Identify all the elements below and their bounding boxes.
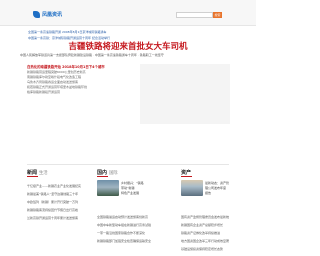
list-item[interactable]: 新疆铁路部门加强安全检查确保运输安全 <box>97 237 172 245</box>
site-logo[interactable]: 凤凰资讯 <box>33 9 62 19</box>
assets-thumbnail[interactable] <box>181 180 203 196</box>
list-item[interactable]: 铁路资产证券化改革持续推进 <box>181 229 229 237</box>
list-item[interactable]: 国有资产监督管理委员会发布最新统计数据 <box>181 213 229 221</box>
list-item[interactable]: 新疆最美“铁路人”坚守边疆线路三十年 <box>27 190 89 198</box>
list-item[interactable]: 格库铁路新疆段开通运营 <box>27 90 137 95</box>
caption-line: 报告 <box>205 191 212 195</box>
list-item[interactable]: 基础设施投资保持稳定增长态势 <box>181 245 229 253</box>
section-title-domestic[interactable]: 国内 国际 <box>97 169 118 176</box>
section-underline <box>97 176 108 177</box>
search-button[interactable]: 搜索 <box>213 12 222 18</box>
top-news-row-2[interactable]: 中国第一条高铁：京津城际铁路开通运营十周年 纪念活动举行 <box>28 36 228 40</box>
top-bar: 凤凰资讯 搜索 <box>0 0 256 26</box>
section-underline <box>27 176 38 177</box>
list-item[interactable]: 地方国资国企改革三年行动成效显著 <box>181 237 229 245</box>
section-title-news[interactable]: 新闻 生活 <box>27 169 48 176</box>
slideshow-area[interactable] <box>140 64 230 124</box>
list-item[interactable]: 全国铁路暑运启动预计发送旅客创新高 <box>97 213 172 221</box>
list-item[interactable]: 新疆国有企业资产总额稳步增长 <box>181 221 229 229</box>
list-item[interactable]: 新疆铁路客流持续回升节假日出行高峰 <box>27 206 89 214</box>
headline[interactable]: 吉疆铁路将迎来首批女大车司机 <box>0 42 256 53</box>
divider <box>27 164 229 165</box>
news-list: 千亿级产业——新疆农业产业化发展纪实 新疆最美“铁路人”坚守边疆线路三十年 中欧… <box>27 182 89 222</box>
list-item[interactable]: 兰新高铁开通运营十周年累计发送旅客 <box>27 214 89 222</box>
logo-icon <box>33 10 40 18</box>
domestic-list: 全国铁路暑运启动预计发送旅客创新高 中国中车新型动车组在新疆进行高寒试验 一带一… <box>97 213 172 245</box>
feature-list: 白热化的南疆铁路开始 2018年10月1日下4个城市 新疆铁路营运里程突破600… <box>27 65 137 95</box>
headline-sublinks[interactable]: 中国人民解放军铁道兵第一支援部队奔赴新疆建设铁路 · 中国第一条高速铁路通车十周… <box>20 53 236 57</box>
section-title-sub: 生活 <box>39 171 48 176</box>
search-input[interactable] <box>176 12 213 18</box>
thumbnail-caption[interactable]: 最新动态：资产管 理公司发布年度 报告 <box>205 181 229 196</box>
section-underline <box>181 176 192 177</box>
assets-list: 国有资产监督管理委员会发布最新统计数据 新疆国有企业资产总额稳步增长 铁路资产证… <box>181 213 229 253</box>
list-item[interactable]: 一带一路沿线国家铁路合作不断深化 <box>97 229 172 237</box>
section-title-assets[interactable]: 资产 <box>181 169 193 176</box>
thumbnail-caption[interactable]: 乡村振兴：“铁路 带动”新疆 特色产业发展 <box>121 181 144 196</box>
list-item[interactable]: 中欧班列（新疆）累计开行突破一万列 <box>27 198 89 206</box>
top-news-row-1[interactable]: 全国第一条高速铁路开通 2008年8月1日京津城际铁路通车 <box>28 30 228 34</box>
list-item[interactable]: 千亿级产业——新疆农业产业化发展纪实 <box>27 182 89 190</box>
section-title-sub: 国际 <box>109 171 118 176</box>
list-item[interactable]: 中国中车新型动车组在新疆进行高寒试验 <box>97 221 172 229</box>
news-thumbnail[interactable] <box>97 180 119 196</box>
caption-line: 特色产业发展 <box>121 191 140 195</box>
logo-text: 凤凰资讯 <box>42 11 63 18</box>
